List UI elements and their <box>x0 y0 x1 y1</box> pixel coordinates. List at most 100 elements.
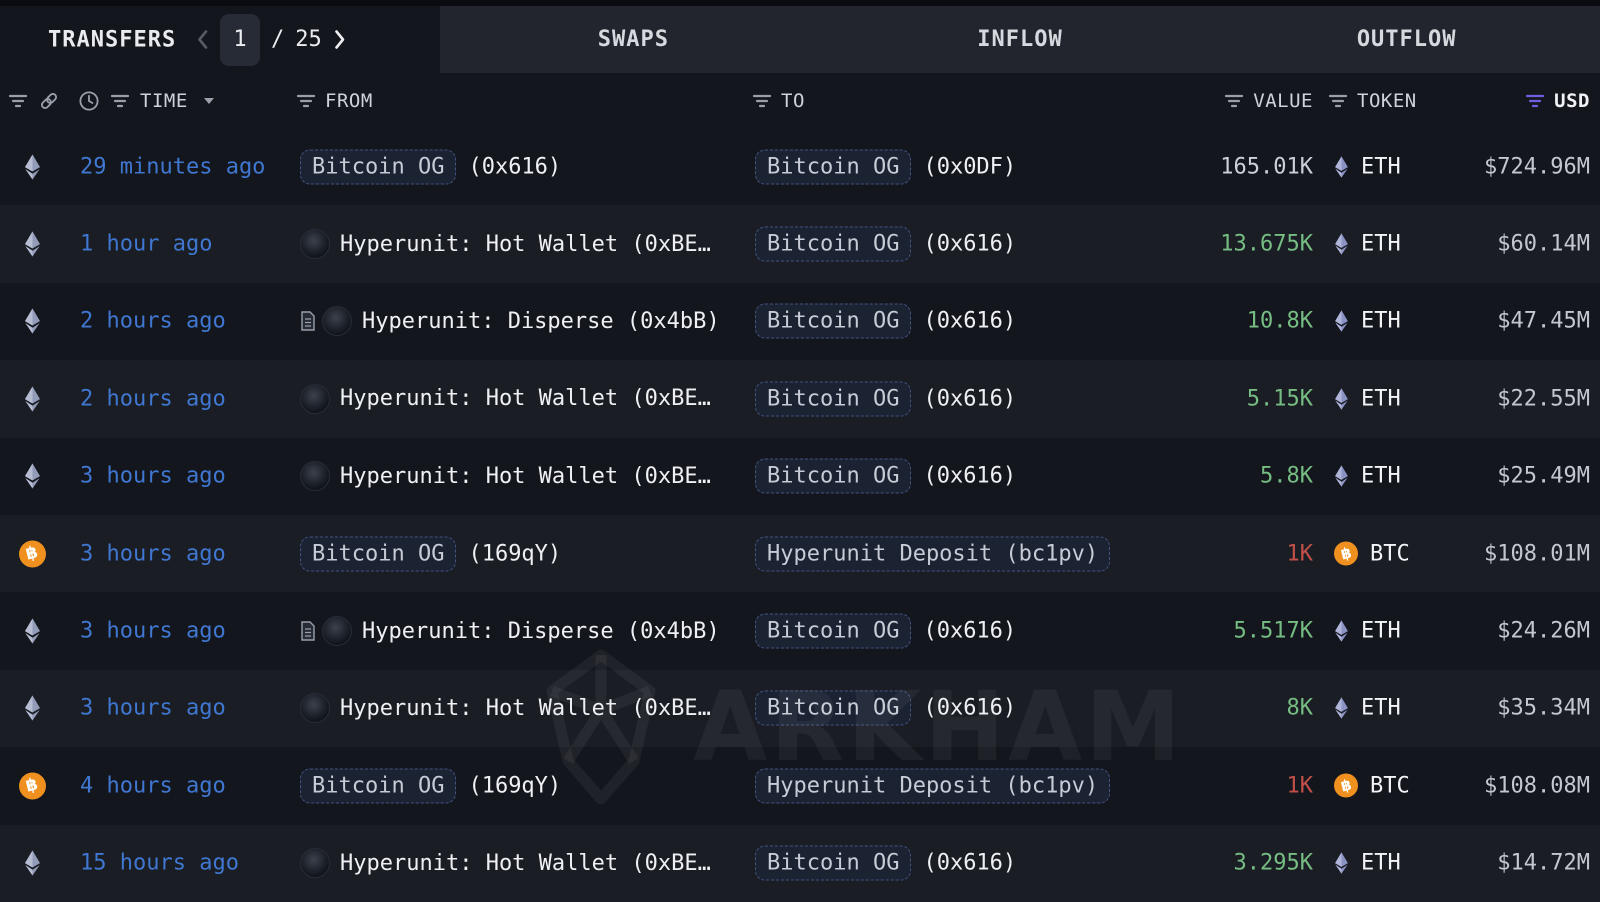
table-row[interactable]: ฿ 3 hours ago Bitcoin OG (169qY) Hyperun… <box>0 515 1600 592</box>
token-symbol: ETH <box>1361 464 1401 489</box>
link-icon[interactable] <box>38 90 60 112</box>
document-icon <box>300 311 316 331</box>
hyperunit-icon <box>322 616 352 646</box>
chevron-left-icon[interactable] <box>196 29 209 50</box>
usd-amount: $47.45M <box>1497 309 1590 334</box>
entity-pill[interactable]: Bitcoin OG <box>755 459 911 494</box>
entity-label[interactable]: Hyperunit: Hot Wallet (0xBE… <box>340 232 711 257</box>
time-link[interactable]: 3 hours ago <box>80 696 226 721</box>
entity-pill[interactable]: Bitcoin OG <box>755 149 911 184</box>
to-cell: Bitcoin OG (0x616) <box>755 614 1016 649</box>
token-symbol: ETH <box>1361 386 1401 411</box>
time-link[interactable]: 29 minutes ago <box>80 154 265 179</box>
entity-label[interactable]: Hyperunit: Hot Wallet (0xBE… <box>340 464 711 489</box>
to-cell: Bitcoin OG (0x616) <box>755 227 1016 262</box>
column-from[interactable]: FROM <box>296 90 373 112</box>
chain-cell: ฿ <box>17 308 47 335</box>
usd-amount: $22.55M <box>1497 386 1590 411</box>
entity-pill[interactable]: Bitcoin OG <box>755 227 911 262</box>
table-row[interactable]: ฿ 15 hours ago Hyperunit: Hot Wallet (0x… <box>0 825 1600 902</box>
address-text: (0x616) <box>923 232 1016 257</box>
from-cell: Hyperunit: Hot Wallet (0xBE… <box>300 461 711 491</box>
column-time-label: TIME <box>140 90 188 112</box>
entity-label[interactable]: Hyperunit: Hot Wallet (0xBE… <box>340 696 711 721</box>
from-cell: Bitcoin OG (0x616) <box>300 149 561 184</box>
entity-pill[interactable]: Bitcoin OG <box>300 536 456 571</box>
entity-label[interactable]: Hyperunit: Disperse (0x4bB) <box>362 309 720 334</box>
column-header-row: TIME FROM TO VALUE TOKEN USD <box>0 73 1600 128</box>
eth-token-icon <box>1334 852 1349 875</box>
tab-swaps[interactable]: SWAPS <box>440 6 827 73</box>
table-row[interactable]: ฿ 3 hours ago Hyperunit: Hot Wallet (0xB… <box>0 670 1600 747</box>
time-link[interactable]: 3 hours ago <box>80 619 226 644</box>
tab-bar: TRANSFERS 1 / 25 SWAPS INFLOW OUTFLOW <box>0 6 1600 73</box>
value-amount: 1K <box>1287 541 1314 566</box>
tab-transfers[interactable]: TRANSFERS 1 / 25 <box>0 6 440 73</box>
address-text: (169qY) <box>468 541 561 566</box>
time-link[interactable]: 15 hours ago <box>80 851 239 876</box>
eth-token-icon <box>1334 465 1349 488</box>
entity-pill[interactable]: Bitcoin OG <box>755 304 911 339</box>
filter-icon[interactable] <box>8 93 28 109</box>
transfers-table: ฿ 29 minutes ago Bitcoin OG (0x616) Bitc… <box>0 128 1600 902</box>
btc-token-icon: ฿ <box>1334 542 1358 566</box>
eth-token-icon <box>1334 697 1349 720</box>
entity-pill[interactable]: Bitcoin OG <box>755 381 911 416</box>
from-cell: Hyperunit: Disperse (0x4bB) <box>300 616 720 646</box>
usd-amount: $724.96M <box>1484 154 1590 179</box>
column-usd[interactable]: USD <box>1525 90 1590 112</box>
table-row[interactable]: ฿ 2 hours ago Hyperunit: Disperse (0x4bB… <box>0 283 1600 360</box>
entity-pill[interactable]: Bitcoin OG <box>755 614 911 649</box>
entity-label[interactable]: Hyperunit: Hot Wallet (0xBE… <box>340 386 711 411</box>
bitcoin-icon: ฿ <box>19 772 46 799</box>
clock-icon[interactable] <box>78 90 100 112</box>
token-symbol: ETH <box>1361 232 1401 257</box>
entity-label[interactable]: Hyperunit: Hot Wallet (0xBE… <box>340 851 711 876</box>
entity-pill[interactable]: Bitcoin OG <box>300 768 456 803</box>
filter-icon-active <box>1525 93 1545 109</box>
ethereum-icon <box>24 618 41 645</box>
table-row[interactable]: ฿ 3 hours ago Hyperunit: Hot Wallet (0xB… <box>0 438 1600 515</box>
table-row[interactable]: ฿ 3 hours ago Hyperunit: Disperse (0x4bB… <box>0 592 1600 669</box>
time-link[interactable]: 2 hours ago <box>80 309 226 334</box>
column-time[interactable]: TIME <box>140 90 215 112</box>
time-link[interactable]: 1 hour ago <box>80 232 212 257</box>
entity-pill[interactable]: Hyperunit Deposit (bc1pv) <box>755 768 1110 803</box>
bitcoin-icon: ฿ <box>19 540 46 567</box>
column-to[interactable]: TO <box>752 90 805 112</box>
tab-outflow[interactable]: OUTFLOW <box>1213 6 1600 73</box>
filter-icon[interactable] <box>110 93 130 109</box>
token-cell: ฿ BTC <box>1334 773 1410 798</box>
chevron-right-icon[interactable] <box>333 29 346 50</box>
entity-pill[interactable]: Bitcoin OG <box>755 846 911 881</box>
table-row[interactable]: ฿ 29 minutes ago Bitcoin OG (0x616) Bitc… <box>0 128 1600 205</box>
time-link[interactable]: 2 hours ago <box>80 386 226 411</box>
chain-cell: ฿ <box>17 772 47 799</box>
column-token[interactable]: TOKEN <box>1328 90 1417 112</box>
filter-icon <box>752 93 772 109</box>
column-value-label: VALUE <box>1253 90 1313 112</box>
value-amount: 1K <box>1287 773 1314 798</box>
tab-inflow[interactable]: INFLOW <box>827 6 1214 73</box>
table-row[interactable]: ฿ 4 hours ago Bitcoin OG (169qY) Hyperun… <box>0 747 1600 824</box>
hyperunit-icon <box>300 384 330 414</box>
to-cell: Bitcoin OG (0x616) <box>755 381 1016 416</box>
entity-pill[interactable]: Bitcoin OG <box>755 691 911 726</box>
address-text: (0x0DF) <box>923 154 1016 179</box>
table-row[interactable]: ฿ 2 hours ago Hyperunit: Hot Wallet (0xB… <box>0 360 1600 437</box>
entity-pill[interactable]: Hyperunit Deposit (bc1pv) <box>755 536 1110 571</box>
entity-label[interactable]: Hyperunit: Disperse (0x4bB) <box>362 619 720 644</box>
table-row[interactable]: ฿ 1 hour ago Hyperunit: Hot Wallet (0xBE… <box>0 205 1600 282</box>
token-cell: ฿ ETH <box>1334 619 1401 644</box>
time-link[interactable]: 3 hours ago <box>80 541 226 566</box>
address-text: (169qY) <box>468 773 561 798</box>
hyperunit-icon <box>300 461 330 491</box>
column-value[interactable]: VALUE <box>1224 90 1313 112</box>
time-link[interactable]: 4 hours ago <box>80 773 226 798</box>
time-link[interactable]: 3 hours ago <box>80 464 226 489</box>
entity-pill[interactable]: Bitcoin OG <box>300 149 456 184</box>
to-cell: Hyperunit Deposit (bc1pv) <box>755 768 1110 803</box>
hyperunit-icon <box>300 848 330 878</box>
from-cell: Hyperunit: Disperse (0x4bB) <box>300 306 720 336</box>
from-cell: Hyperunit: Hot Wallet (0xBE… <box>300 848 711 878</box>
